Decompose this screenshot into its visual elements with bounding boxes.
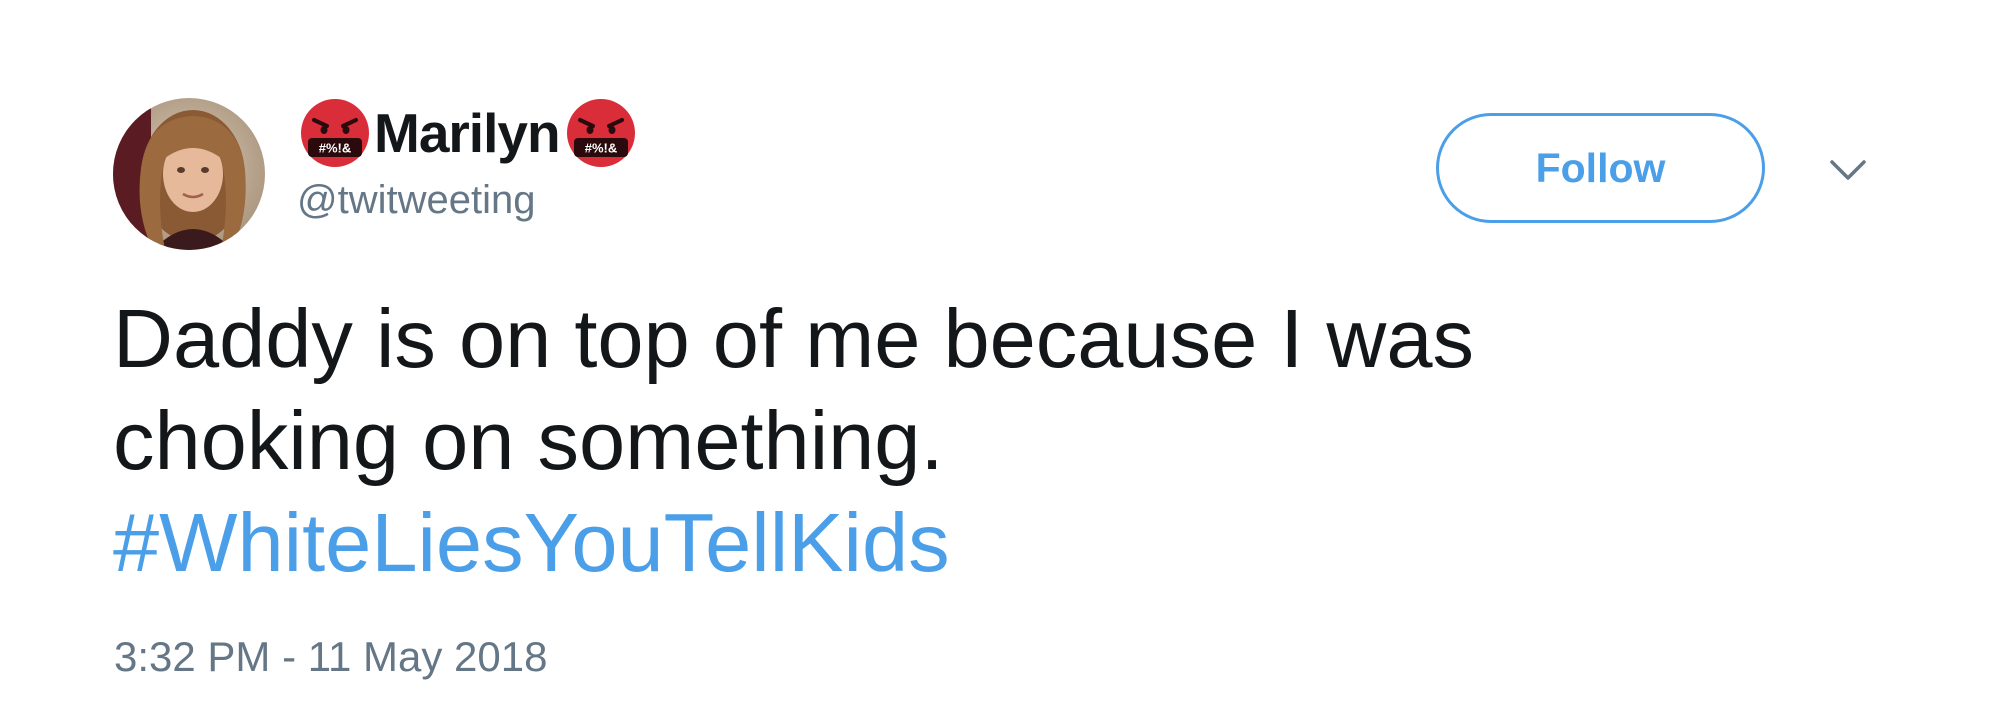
angry-face-with-symbols-icon: #%!&: [300, 98, 370, 168]
chevron-down-icon[interactable]: [1826, 150, 1870, 190]
tweet-text-line: choking on something.: [113, 394, 944, 487]
tweet-text-line: Daddy is on top of me because I was: [113, 292, 1475, 385]
tweet-text: Daddy is on top of me because I was chok…: [113, 288, 1813, 594]
name-row[interactable]: #%!& Marilyn #%!&: [300, 96, 636, 170]
hashtag-link[interactable]: #WhiteLiesYouTellKids: [113, 492, 1813, 594]
follow-button[interactable]: Follow: [1436, 113, 1765, 223]
svg-text:#%!&: #%!&: [319, 141, 352, 156]
angry-face-with-symbols-icon: #%!&: [566, 98, 636, 168]
tweet-card: #%!& Marilyn #%!& @twitweeting Follow Da…: [0, 0, 1993, 721]
user-handle[interactable]: @twitweeting: [297, 180, 535, 220]
display-name[interactable]: Marilyn: [374, 105, 561, 161]
tweet-timestamp[interactable]: 3:32 PM - 11 May 2018: [114, 636, 547, 678]
svg-text:#%!&: #%!&: [584, 141, 617, 156]
avatar-photo: [113, 98, 265, 250]
avatar[interactable]: [113, 98, 265, 250]
